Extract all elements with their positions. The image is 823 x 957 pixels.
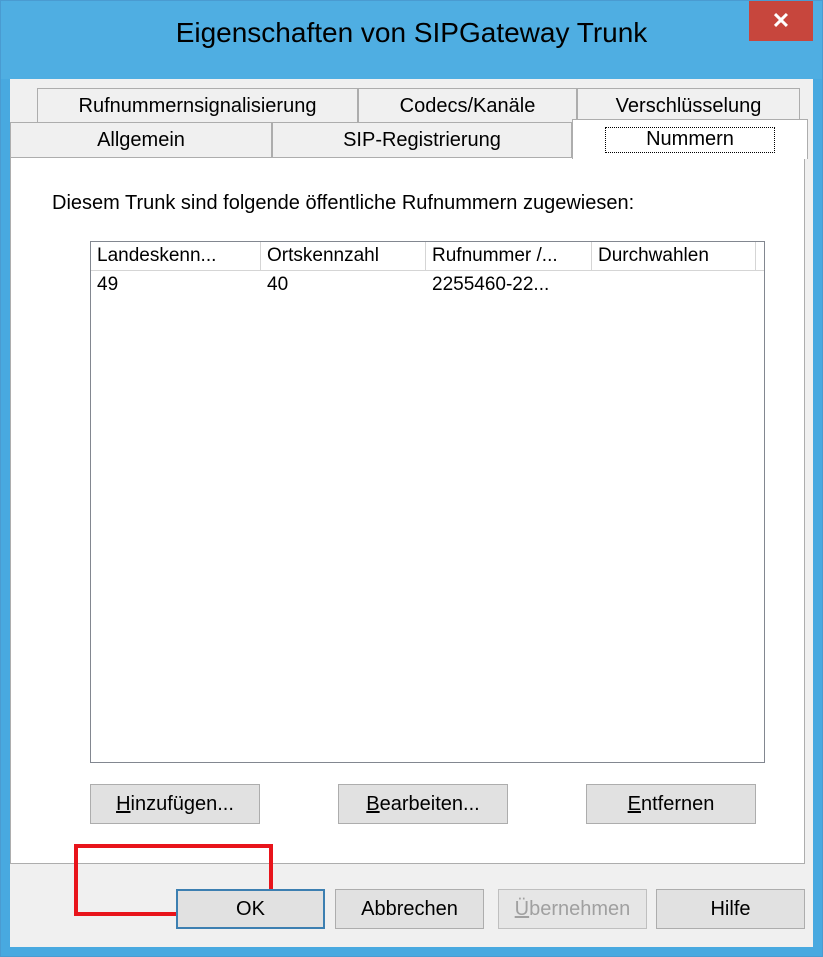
- cell-landeskennzahl: 49: [97, 274, 119, 295]
- remove-button-label: Entfernen: [627, 792, 715, 815]
- add-button[interactable]: Hinzufügen...: [90, 784, 260, 824]
- column-header-landeskennzahl[interactable]: Landeskenn...: [91, 242, 261, 270]
- help-button[interactable]: Hilfe: [656, 889, 805, 929]
- apply-button-label: Übernehmen: [514, 897, 631, 920]
- apply-button: Übernehmen: [498, 889, 647, 929]
- properties-dialog: Eigenschaften von SIPGateway Trunk ✕ Ruf…: [0, 0, 823, 957]
- tab-label: Verschlüsselung: [615, 95, 762, 117]
- remove-button[interactable]: Entfernen: [586, 784, 756, 824]
- tab-label: Allgemein: [97, 129, 185, 151]
- column-header-rufnummer[interactable]: Rufnummer /...: [426, 242, 592, 270]
- tab-codecs-kanaele[interactable]: Codecs/Kanäle: [358, 88, 577, 124]
- dialog-client-area: Rufnummernsignalisierung Codecs/Kanäle V…: [10, 79, 813, 947]
- tab-nummern[interactable]: Nummern: [572, 119, 808, 159]
- title-bar[interactable]: Eigenschaften von SIPGateway Trunk ✕: [1, 1, 822, 79]
- tab-sip-registrierung[interactable]: SIP-Registrierung: [272, 122, 572, 158]
- tab-label: Nummern: [605, 126, 775, 153]
- description-text: Diesem Trunk sind folgende öffentliche R…: [52, 192, 635, 214]
- tab-label: SIP-Registrierung: [343, 129, 501, 151]
- tab-rufnummernsignalisierung[interactable]: Rufnummernsignalisierung: [37, 88, 358, 124]
- tab-label: Codecs/Kanäle: [399, 95, 536, 117]
- window-title: Eigenschaften von SIPGateway Trunk: [175, 17, 648, 48]
- close-icon: ✕: [771, 8, 791, 33]
- add-button-label: Hinzufügen...: [116, 792, 234, 815]
- numbers-list[interactable]: Landeskenn... Ortskennzahl Rufnummer /..…: [90, 241, 765, 763]
- list-item[interactable]: 49 40 2255460-22...: [91, 272, 764, 298]
- column-header-durchwahlen[interactable]: Durchwahlen: [592, 242, 756, 270]
- list-header: Landeskenn... Ortskennzahl Rufnummer /..…: [91, 242, 764, 271]
- tab-panel-nummern: Diesem Trunk sind folgende öffentliche R…: [10, 157, 805, 916]
- cancel-button[interactable]: Abbrechen: [335, 889, 484, 929]
- cell-rufnummer: 2255460-22...: [432, 274, 550, 295]
- tab-label: Rufnummernsignalisierung: [78, 95, 317, 117]
- cell-durchwahlen: [592, 272, 756, 298]
- ok-button[interactable]: OK: [176, 889, 325, 929]
- tab-allgemein[interactable]: Allgemein: [10, 122, 272, 158]
- column-header-ortskennzahl[interactable]: Ortskennzahl: [261, 242, 426, 270]
- edit-button[interactable]: Bearbeiten...: [338, 784, 508, 824]
- edit-button-label: Bearbeiten...: [366, 792, 480, 815]
- close-button[interactable]: ✕: [749, 1, 813, 41]
- cell-ortskennzahl: 40: [267, 274, 289, 295]
